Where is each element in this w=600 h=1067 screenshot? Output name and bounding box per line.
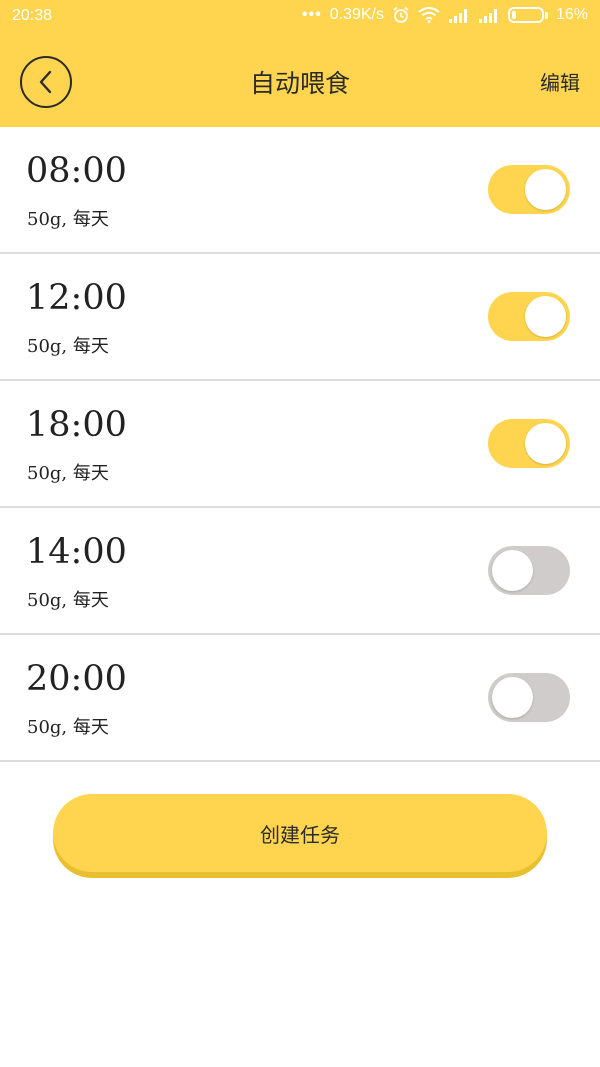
task-description: 50g, 每天 (27, 209, 109, 230)
task-description: 50g, 每天 (27, 336, 109, 357)
toggle-knob (525, 169, 566, 210)
feeding-task-row[interactable]: 18:00 50g, 每天 (0, 381, 600, 508)
status-bar: 20:38 ••• 0.39K/s 16% (0, 0, 600, 34)
toggle-knob (492, 550, 533, 591)
signal-icon (448, 7, 470, 23)
dots-icon: ••• (301, 6, 322, 23)
status-icons: ••• 0.39K/s 16% (302, 6, 588, 24)
battery-fill (511, 11, 516, 19)
task-description: 50g, 每天 (27, 590, 109, 611)
task-toggle[interactable] (488, 292, 570, 341)
task-toggle[interactable] (488, 165, 570, 214)
signal-icon (478, 7, 500, 23)
wifi-icon (418, 7, 440, 23)
top-bar: 20:38 ••• 0.39K/s 16% 自动喂食 编辑 (0, 0, 600, 127)
create-task-button[interactable]: 创建任务 (53, 794, 547, 872)
toggle-knob (492, 677, 533, 718)
task-toggle[interactable] (488, 673, 570, 722)
task-time: 12:00 (26, 278, 127, 318)
feeding-task-list: 08:00 50g, 每天 12:00 50g, 每天 18:00 50g, 每… (0, 127, 600, 762)
battery-icon (507, 7, 548, 23)
feeding-task-row[interactable]: 14:00 50g, 每天 (0, 508, 600, 635)
toggle-knob (525, 296, 566, 337)
network-speed: 0.39K/s (329, 6, 384, 23)
edit-button[interactable]: 编辑 (540, 67, 580, 96)
toggle-knob (525, 423, 566, 464)
header: 自动喂食 编辑 (0, 34, 600, 127)
feeding-task-row[interactable]: 08:00 50g, 每天 (0, 127, 600, 254)
battery-percent: 16% (555, 6, 588, 23)
status-time: 20:38 (12, 7, 53, 24)
feeding-task-row[interactable]: 20:00 50g, 每天 (0, 635, 600, 762)
page-title: 自动喂食 (249, 69, 350, 98)
task-toggle[interactable] (488, 419, 570, 468)
task-time: 20:00 (26, 659, 127, 699)
feeding-task-row[interactable]: 12:00 50g, 每天 (0, 254, 600, 381)
task-time: 14:00 (26, 532, 127, 572)
task-time: 08:00 (26, 151, 127, 191)
alarm-icon (392, 6, 410, 24)
task-description: 50g, 每天 (27, 463, 109, 484)
task-description: 50g, 每天 (27, 717, 109, 738)
app-root: 20:38 ••• 0.39K/s 16% 自动喂食 编辑 08:00 50g,… (0, 0, 600, 1067)
task-toggle[interactable] (488, 546, 570, 595)
task-time: 18:00 (26, 405, 127, 445)
